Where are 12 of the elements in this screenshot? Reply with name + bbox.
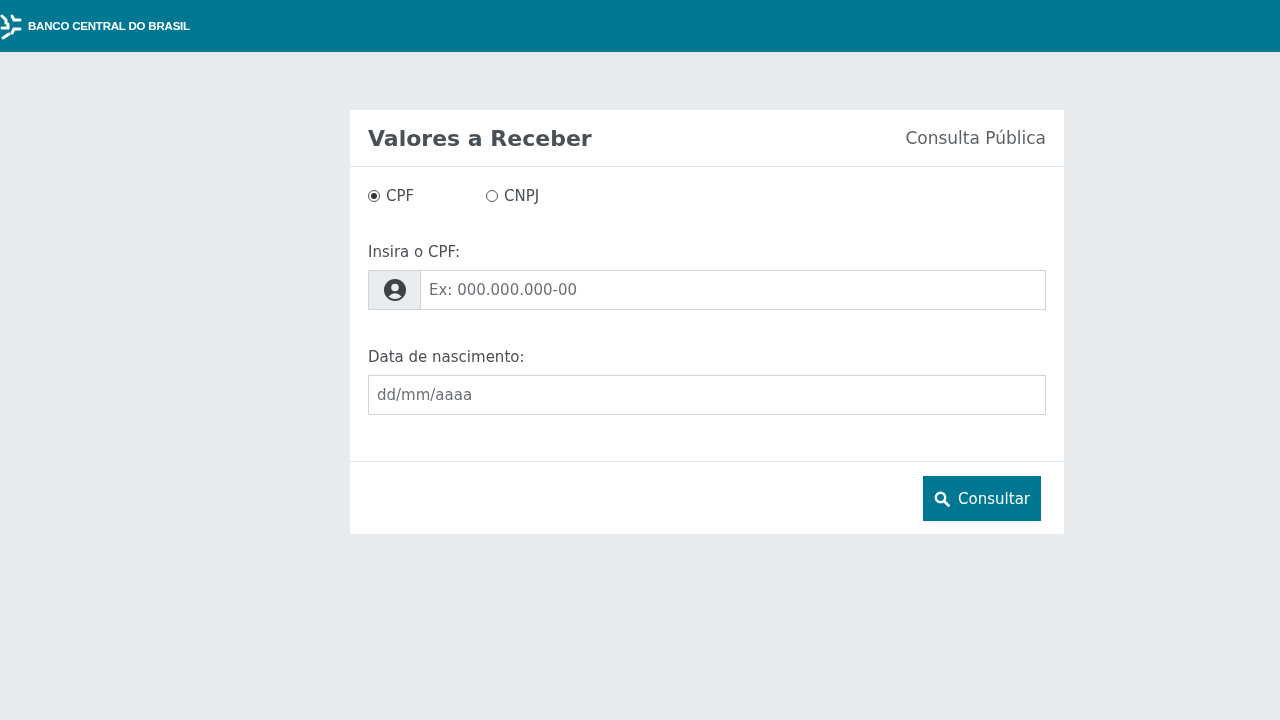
search-icon bbox=[934, 490, 951, 507]
input-field[interactable]: Ex: 000.000.000-00 bbox=[420, 270, 1046, 310]
user-icon bbox=[383, 279, 406, 301]
card-subtitle: Consulta Pública bbox=[905, 128, 1046, 148]
radio-label: CNPJ bbox=[504, 187, 540, 205]
brand-name: BANCO CENTRAL DO BRASIL bbox=[28, 20, 190, 32]
input-field[interactable]: dd/mm/aaaa bbox=[368, 375, 1046, 415]
card-title: Valores a Receber bbox=[368, 125, 592, 151]
field-label: Insira o CPF: bbox=[368, 243, 462, 261]
radio-label: CPF bbox=[386, 187, 415, 205]
consult-button[interactable]: Consultar bbox=[923, 476, 1041, 521]
field-label: Data de nascimento: bbox=[368, 348, 526, 366]
